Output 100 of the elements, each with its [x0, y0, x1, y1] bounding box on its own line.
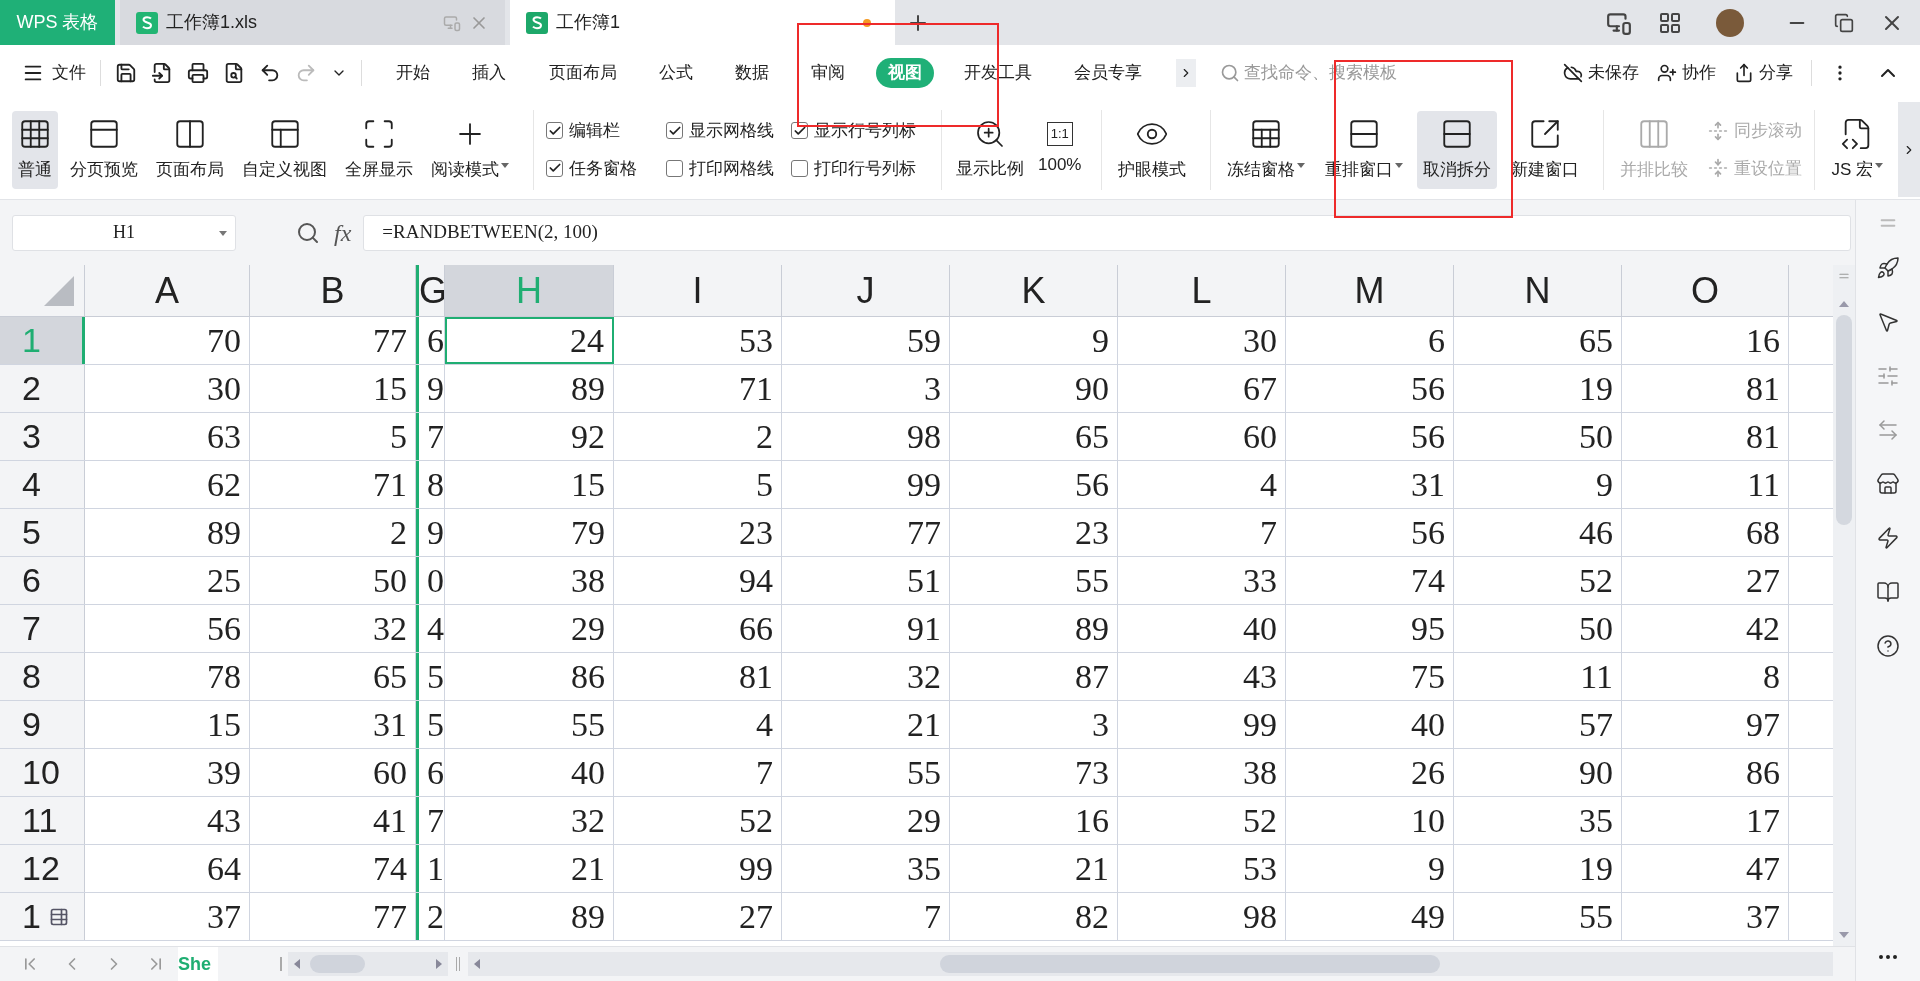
ribbon-button[interactable]: 新建窗口	[1505, 110, 1586, 189]
ribbon-tab[interactable]: 插入	[460, 57, 519, 88]
table-cell: 38	[445, 557, 614, 604]
row-header[interactable]: 10	[0, 749, 85, 796]
table-cell: 0	[416, 557, 445, 604]
collapse-vertical-icon	[1708, 158, 1729, 179]
actual-size-button[interactable]: 1:1 100%	[1028, 110, 1092, 189]
more-tabs-button[interactable]	[1176, 58, 1196, 87]
user-avatar[interactable]	[1716, 8, 1744, 37]
option-checkbox[interactable]: 打印行号列标	[791, 155, 931, 181]
row-header[interactable]: 3	[0, 413, 85, 460]
table-cell: 11	[1622, 461, 1789, 508]
formula-field[interactable]: =RANDBETWEEN(2, 100)	[363, 214, 1851, 251]
macro-button[interactable]: JS 宏	[1827, 110, 1888, 189]
name-box[interactable]: H1	[12, 214, 236, 251]
column-header[interactable]: K	[950, 265, 1118, 316]
table-cell: 55	[950, 557, 1118, 604]
row-header[interactable]: 7	[0, 605, 85, 652]
scroll-left-icon[interactable]	[474, 959, 480, 969]
zoom-out-icon[interactable]	[296, 220, 320, 245]
swap-icon[interactable]	[1876, 418, 1900, 442]
ribbon-button[interactable]: 取消拆分	[1417, 110, 1498, 189]
checkbox[interactable]	[546, 122, 563, 140]
row-header[interactable]: 4	[0, 461, 85, 508]
row-header[interactable]: 2	[0, 365, 85, 412]
file-menu[interactable]: 文件	[22, 59, 86, 86]
pointer-icon[interactable]	[1876, 310, 1900, 334]
view-mode-button[interactable]: 阅读模式	[425, 110, 515, 189]
ribbon-tab[interactable]: 开始	[384, 57, 442, 88]
function-label[interactable]: fx	[334, 214, 352, 251]
row-header[interactable]: 1	[0, 893, 85, 940]
store-icon[interactable]	[1876, 472, 1900, 496]
restore-icon[interactable]	[1834, 12, 1854, 33]
column-header[interactable]: M	[1286, 265, 1454, 316]
option-checkbox[interactable]: 编辑栏	[546, 118, 666, 144]
ribbon-button[interactable]: 护眼模式	[1112, 110, 1193, 189]
table-cell: 50	[250, 557, 416, 604]
checkbox[interactable]	[791, 159, 808, 177]
toolbar-action[interactable]: 协作	[1657, 59, 1716, 86]
ribbon-tab[interactable]: 会员专享	[1062, 57, 1154, 88]
apps-grid-icon[interactable]	[1658, 10, 1682, 35]
sliders-icon[interactable]	[1876, 364, 1900, 388]
row-header[interactable]: 12	[0, 845, 85, 892]
vertical-scrollbar[interactable]	[1833, 265, 1855, 946]
print-icon[interactable]	[187, 61, 209, 84]
rocket-icon[interactable]	[1876, 256, 1900, 280]
column-header[interactable]: A	[85, 265, 250, 316]
row-header[interactable]: 9	[0, 701, 85, 748]
row-header[interactable]: 6	[0, 557, 85, 604]
option-checkbox[interactable]: 打印网格线	[666, 155, 791, 181]
column-header[interactable]: J	[782, 265, 950, 316]
checkbox[interactable]	[666, 122, 683, 140]
option-checkbox[interactable]: 显示网格线	[666, 118, 791, 144]
view-mode-button[interactable]: 页面布局	[150, 110, 230, 189]
checkbox[interactable]	[666, 159, 683, 177]
column-header[interactable]: B	[250, 265, 416, 316]
row-header[interactable]: 5	[0, 509, 85, 556]
option-checkbox[interactable]: 任务窗格	[546, 155, 666, 181]
table-cell: 66	[614, 605, 782, 652]
table-style-icon[interactable]	[48, 906, 69, 927]
horizontal-scrollbar[interactable]	[288, 952, 448, 976]
toolbar-action[interactable]: 分享	[1734, 59, 1793, 86]
scroll-right-icon[interactable]	[436, 959, 442, 969]
table-cell: 29	[445, 605, 614, 652]
ribbon-button[interactable]: 冻结窗格	[1221, 110, 1312, 189]
ribbon-tab[interactable]: 开发工具	[951, 57, 1044, 88]
table-cell: 56	[950, 461, 1118, 508]
table-cell: 3	[950, 701, 1118, 748]
save-icon[interactable]	[115, 61, 137, 84]
zoom-button[interactable]: 显示比例	[952, 110, 1028, 189]
export-icon[interactable]	[151, 61, 173, 84]
table-cell: 9	[416, 509, 445, 556]
ribbon-tab[interactable]: 审阅	[799, 57, 858, 88]
document-tab[interactable]: 工作簿1	[510, 0, 895, 45]
view-mode-button[interactable]: 分页预览	[64, 110, 144, 189]
table-cell: 10	[1286, 797, 1454, 844]
book-icon[interactable]	[1876, 580, 1900, 604]
scroll-thumb[interactable]	[1836, 315, 1852, 525]
lightning-icon[interactable]	[1876, 526, 1900, 550]
row-header[interactable]: 11	[0, 797, 85, 844]
column-header[interactable]: I	[614, 265, 782, 316]
column-header[interactable]: O	[1622, 265, 1789, 316]
checkbox[interactable]	[546, 159, 563, 177]
scroll-left-icon[interactable]	[294, 959, 300, 969]
horizontal-scrollbar[interactable]	[468, 952, 1833, 976]
view-mode-button[interactable]: 全屏显示	[339, 110, 419, 189]
toolbar-action[interactable]: 未保存	[1563, 59, 1639, 86]
column-header[interactable]: L	[1118, 265, 1286, 316]
help-icon[interactable]	[1876, 634, 1900, 658]
table-cell: 5	[416, 701, 445, 748]
view-mode-button[interactable]: 普通	[12, 110, 58, 189]
print-preview-icon[interactable]	[223, 61, 245, 84]
view-mode-button[interactable]: 自定义视图	[236, 110, 333, 189]
ribbon-tab[interactable]: 数据	[723, 57, 781, 88]
table-cell: 89	[85, 509, 250, 556]
row-header[interactable]: 8	[0, 653, 85, 700]
column-header[interactable]: N	[1454, 265, 1622, 316]
ribbon-tab[interactable]: 页面布局	[536, 57, 629, 88]
table-cell: 90	[1454, 749, 1622, 796]
ribbon-tab[interactable]: 公式	[646, 57, 705, 88]
